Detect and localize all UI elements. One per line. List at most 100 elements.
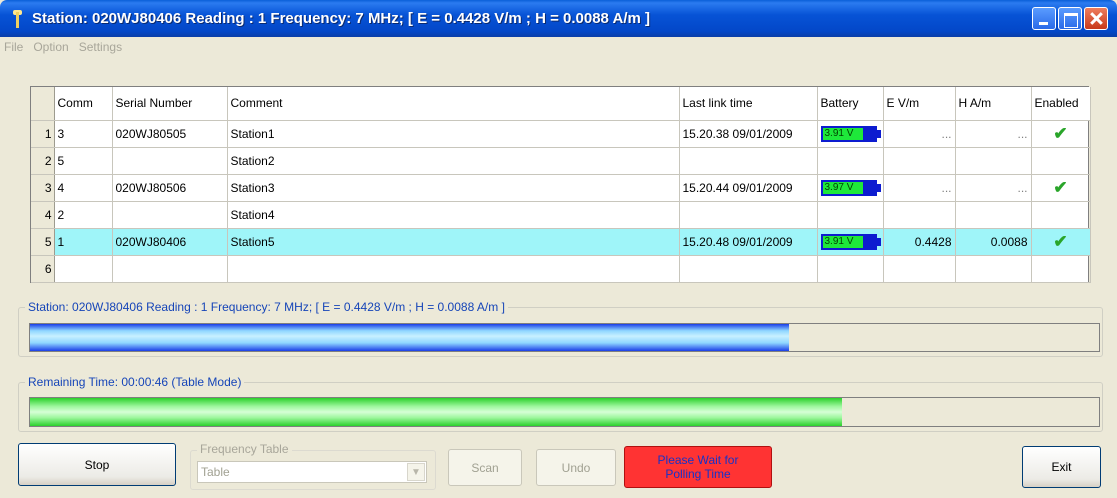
header-comment[interactable]: Comment [227,87,680,121]
battery-cell[interactable]: 3.97 V [817,174,884,202]
checkmark-icon[interactable]: ✔ [1053,178,1067,197]
row-index-cell[interactable]: 2 [31,147,55,175]
frequency-table-label: Frequency Table [197,442,292,456]
row-index-cell[interactable]: 3 [31,174,55,202]
comment-cell[interactable]: Station4 [227,201,680,229]
stop-button[interactable]: Stop [18,443,176,486]
h-field-cell[interactable]: 0.0088 [955,228,1032,256]
frequency-table-select[interactable]: Table ▼ [197,461,427,483]
header-e-field[interactable]: E V/m [883,87,956,121]
scan-button[interactable]: Scan [448,449,522,486]
enabled-cell[interactable] [1031,201,1091,229]
comment-cell[interactable]: Station1 [227,120,680,148]
reading-group: Station: 020WJ80406 Reading : 1 Frequenc… [18,300,1103,357]
e-field-cell[interactable] [883,147,956,175]
row-index-cell[interactable]: 5 [31,228,55,256]
exit-button[interactable]: Exit [1022,446,1101,488]
h-field-cell[interactable] [955,201,1032,229]
window-title: Station: 020WJ80406 Reading : 1 Frequenc… [32,10,650,27]
header-serial-number[interactable]: Serial Number [112,87,228,121]
comm-cell[interactable]: 4 [54,174,113,202]
frequency-table-group: Frequency Table Table ▼ [190,442,436,490]
row-index-cell[interactable]: 6 [31,255,55,283]
last-link-time-cell[interactable]: 15.20.48 09/01/2009 [679,228,818,256]
comm-cell[interactable]: 3 [54,120,113,148]
enabled-cell[interactable] [1031,255,1091,283]
menu-option[interactable]: Option [33,40,68,54]
remaining-time-progress-bar [29,397,1100,427]
remaining-time-progress-fill [30,398,843,426]
comment-cell[interactable]: Station2 [227,147,680,175]
header-comm[interactable]: Comm [54,87,113,121]
e-field-cell[interactable]: ... [883,120,956,148]
comment-cell[interactable]: Station3 [227,174,680,202]
comm-cell[interactable]: 5 [54,147,113,175]
pending-value: ... [941,126,952,141]
pending-value: ... [941,180,952,195]
maximize-button[interactable] [1058,7,1082,30]
comment-cell[interactable]: Station5 [227,228,680,256]
table-row[interactable]: 4 2 Station4 [31,201,1091,229]
row-index-cell[interactable]: 4 [31,201,55,229]
e-field-cell[interactable]: ... [883,174,956,202]
remaining-time-group: Remaining Time: 00:00:46 (Table Mode) [18,375,1103,432]
enabled-cell[interactable]: ✔ [1031,228,1091,256]
serial-number-cell[interactable] [112,255,228,283]
comm-cell[interactable] [54,255,113,283]
h-field-cell[interactable]: ... [955,174,1032,202]
frequency-table-value: Table [201,465,230,479]
row-index-cell[interactable]: 1 [31,120,55,148]
checkmark-icon[interactable]: ✔ [1053,232,1067,251]
serial-number-cell[interactable]: 020WJ80406 [112,228,228,256]
title-bar[interactable]: Station: 020WJ80406 Reading : 1 Frequenc… [0,0,1117,37]
e-field-cell[interactable]: 0.4428 [883,228,956,256]
header-last-link-time[interactable]: Last link time [679,87,818,121]
serial-number-cell[interactable]: 020WJ80506 [112,174,228,202]
stations-table[interactable]: Comm Serial Number Comment Last link tim… [30,86,1091,283]
comm-cell[interactable]: 1 [54,228,113,256]
battery-cell[interactable] [817,201,884,229]
battery-voltage: 3.97 V [822,181,863,194]
e-field-cell[interactable] [883,255,956,283]
battery-cell[interactable] [817,147,884,175]
comm-cell[interactable]: 2 [54,201,113,229]
last-link-time-cell[interactable] [679,255,818,283]
battery-cell[interactable] [817,255,884,283]
battery-cell[interactable]: 3.91 V [817,120,884,148]
enabled-cell[interactable]: ✔ [1031,174,1091,202]
e-field-cell[interactable] [883,201,956,229]
header-battery[interactable]: Battery [817,87,884,121]
last-link-time-cell[interactable]: 15.20.38 09/01/2009 [679,120,818,148]
checkmark-icon[interactable]: ✔ [1053,124,1067,143]
h-field-cell[interactable] [955,255,1032,283]
minimize-button[interactable] [1032,7,1056,30]
last-link-time-cell[interactable] [679,147,818,175]
last-link-time-cell[interactable] [679,201,818,229]
last-link-time-cell[interactable]: 15.20.44 09/01/2009 [679,174,818,202]
h-field-cell[interactable] [955,147,1032,175]
close-button[interactable] [1084,7,1108,30]
serial-number-cell[interactable]: 020WJ80505 [112,120,228,148]
serial-number-cell[interactable] [112,201,228,229]
table-row[interactable]: 6 [31,255,1091,283]
enabled-cell[interactable]: ✔ [1031,120,1091,148]
battery-icon: 3.91 V [820,233,881,250]
antenna-icon [8,8,26,30]
comment-cell[interactable] [227,255,680,283]
header-h-field[interactable]: H A/m [955,87,1032,121]
table-row[interactable]: 1 3 020WJ80505 Station1 15.20.38 09/01/2009 3… [31,120,1091,148]
serial-number-cell[interactable] [112,147,228,175]
header-enabled[interactable]: Enabled [1031,87,1091,121]
menu-settings[interactable]: Settings [79,40,122,54]
menu-file[interactable]: File [4,40,23,54]
h-field-cell[interactable]: ... [955,120,1032,148]
battery-cell[interactable]: 3.91 V [817,228,884,256]
please-wait-button[interactable]: Please Wait for Polling Time [624,446,772,488]
table-row[interactable]: 5 1 020WJ80406 Station5 15.20.48 09/01/2009 3… [31,228,1091,256]
undo-button[interactable]: Undo [536,449,616,486]
chevron-down-icon[interactable]: ▼ [407,463,425,481]
enabled-cell[interactable] [1031,147,1091,175]
table-row[interactable]: 3 4 020WJ80506 Station3 15.20.44 09/01/2009 3… [31,174,1091,202]
header-corner [31,87,55,121]
table-row[interactable]: 2 5 Station2 [31,147,1091,175]
